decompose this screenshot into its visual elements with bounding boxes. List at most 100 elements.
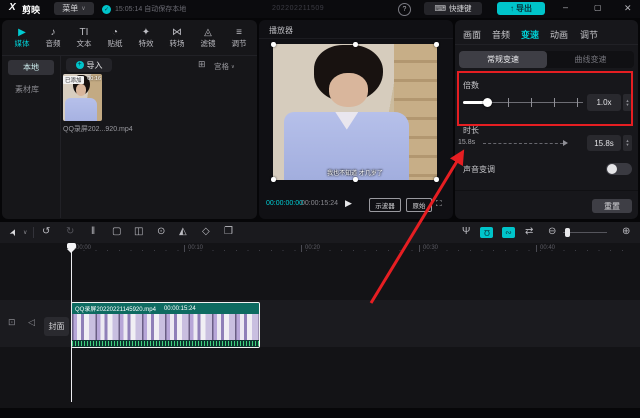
track-options-icon[interactable]: ⊡: [8, 317, 16, 328]
auto-snap-icon[interactable]: ∾: [502, 227, 515, 238]
sparkle-icon: ✦: [142, 28, 150, 38]
zoom-out-icon[interactable]: ⊖: [548, 226, 556, 237]
multiplier-value[interactable]: 1.0x: [587, 94, 621, 111]
handle-bottom-center[interactable]: [353, 177, 358, 182]
duration-value[interactable]: 15.8s: [587, 135, 621, 151]
record-mic-icon[interactable]: Ψ: [462, 226, 470, 237]
video-preview[interactable]: 我也不知道 才几岁了: [273, 44, 437, 180]
text-icon: TI: [80, 28, 89, 38]
duration-slider-track[interactable]: [483, 143, 563, 144]
reverse-icon[interactable]: ⊙: [157, 226, 165, 237]
scope-button[interactable]: 示波器: [369, 198, 401, 212]
tab-audio-inspector[interactable]: 音频: [492, 28, 510, 41]
tab-animation[interactable]: 动画: [550, 28, 568, 41]
multiplier-stepper[interactable]: ▲ ▼: [623, 94, 632, 111]
minimize-button[interactable]: –: [563, 2, 568, 12]
tab-transition[interactable]: ⋈ 转场: [162, 23, 192, 53]
sticker-icon: ◔: [112, 28, 118, 38]
reset-button[interactable]: 重置: [592, 199, 632, 213]
tab-audio[interactable]: ♪ 音频: [38, 23, 68, 53]
ratio-button[interactable]: 原始: [406, 198, 432, 212]
menu-button[interactable]: 菜单 ∨: [54, 2, 94, 15]
pitch-label: 声音变调: [463, 164, 495, 175]
cover-button[interactable]: 封面: [44, 317, 69, 336]
select-tool-icon[interactable]: ➤: [7, 227, 20, 238]
split-icon[interactable]: ‖: [91, 226, 95, 237]
mute-track-icon[interactable]: ◁: [28, 317, 35, 328]
timeline-clip[interactable]: QQ录屏20220221145920.mp4 00:00:15:24: [71, 302, 260, 348]
tab-picture[interactable]: 画面: [463, 28, 481, 41]
sidebar-item-library[interactable]: 素材库: [15, 84, 39, 95]
chevron-down-icon: ∨: [81, 5, 85, 12]
mirror-icon[interactable]: ◭: [179, 226, 187, 237]
import-plus-icon: +: [76, 61, 84, 69]
tab-media[interactable]: ▶ 媒体: [7, 23, 37, 53]
play-button[interactable]: ▶: [345, 198, 352, 209]
tab-adjust[interactable]: ≡ 调节: [224, 23, 254, 53]
grid-view-icon[interactable]: ⊞: [198, 59, 206, 70]
media-icon: ▶: [18, 28, 26, 38]
handle-top-left[interactable]: [271, 42, 276, 47]
handle-top-center[interactable]: [353, 42, 358, 47]
select-tool-caret-icon[interactable]: ∨: [23, 229, 27, 236]
media-card-filename: QQ录屏202...920.mp4: [63, 124, 133, 134]
export-button[interactable]: ↑ 导出: [497, 2, 545, 15]
subtab-normal-speed[interactable]: 常规变速: [459, 51, 547, 68]
help-icon[interactable]: ?: [398, 3, 411, 16]
slider-tick: [554, 98, 555, 107]
media-card-thumbnail[interactable]: 已添加 00:16: [63, 74, 102, 121]
tab-speed[interactable]: 变速: [521, 28, 539, 41]
slider-tick: [531, 98, 532, 107]
handle-top-right[interactable]: [434, 42, 439, 47]
playhead-pin-tip: [67, 249, 75, 253]
stepper-down-icon[interactable]: ▼: [626, 143, 630, 147]
handle-bottom-right[interactable]: [434, 177, 439, 182]
toolbar-divider: [33, 227, 34, 238]
magnet-snap-icon[interactable]: Ω: [480, 227, 493, 238]
undo-icon[interactable]: ↺: [42, 226, 50, 237]
handle-bottom-left[interactable]: [271, 177, 276, 182]
shortcuts-button[interactable]: ⌨ 快捷键: [424, 2, 482, 15]
transition-icon: ⋈: [172, 28, 182, 38]
autosave-status: ✓ 15:05:14 自动保存本地: [102, 4, 186, 14]
tab-sticker[interactable]: ◔ 贴纸: [100, 23, 130, 53]
person-shirt: [65, 98, 96, 121]
tab-effects[interactable]: ✦ 特效: [131, 23, 161, 53]
nav-divider: [2, 55, 257, 56]
zoom-in-icon[interactable]: ⊕: [622, 226, 630, 237]
view-mode-dropdown[interactable]: 宫格 ∨: [214, 61, 235, 72]
fullscreen-icon[interactable]: ⛶: [436, 199, 442, 209]
close-button[interactable]: ✕: [624, 3, 632, 14]
pitch-toggle[interactable]: [606, 163, 632, 175]
stepper-down-icon[interactable]: ▼: [626, 103, 630, 107]
clip-header: QQ录屏20220221145920.mp4 00:00:15:24: [72, 303, 259, 314]
sidebar-item-local[interactable]: 本地: [8, 60, 54, 75]
filter-icon: ◬: [204, 28, 212, 38]
crop-icon[interactable]: ❐: [224, 226, 233, 237]
tab-filter[interactable]: ◬ 滤镜: [193, 23, 223, 53]
import-button[interactable]: + 导入: [66, 58, 112, 72]
sidebar-divider: [60, 56, 61, 218]
tabs-divider: [455, 44, 638, 45]
link-tracks-icon[interactable]: ⇄: [525, 226, 533, 237]
duration-stepper[interactable]: ▲ ▼: [623, 135, 632, 151]
timeline-area[interactable]: 00:00 00:10 00:20 00:30 00:40 ⊡ ◁ 封面 QQ录…: [0, 243, 640, 410]
subtab-curve-speed[interactable]: 曲线变速: [547, 51, 634, 68]
timeline-zoom-handle[interactable]: [565, 228, 570, 237]
clip-timecode: 00:00:15:24: [164, 306, 196, 312]
tab-text[interactable]: TI 文本: [69, 23, 99, 53]
timeline-toolbar: ➤ ∨ ↺ ↻ ‖ ▢ ◫ ⊙ ◭ ◇ ❐ Ψ Ω ∾ ⇄ ⊖ ⊕: [0, 222, 640, 243]
redo-icon[interactable]: ↻: [66, 226, 74, 237]
rotate-icon[interactable]: ◇: [202, 226, 210, 237]
window-bottom-bar: [0, 410, 640, 418]
maximize-button[interactable]: ▢: [594, 3, 602, 12]
playhead-line[interactable]: [71, 244, 72, 402]
multiplier-slider-handle[interactable]: [483, 98, 492, 107]
chevron-down-icon: ∨: [231, 64, 235, 70]
delete-icon[interactable]: ▢: [112, 226, 121, 237]
freeze-frame-icon[interactable]: ◫: [134, 226, 143, 237]
ruler-label: 00:10: [184, 245, 203, 252]
menu-label: 菜单: [62, 3, 78, 14]
duration-min-label: 15.8s: [458, 139, 475, 146]
tab-adjust-inspector[interactable]: 调节: [580, 28, 598, 41]
